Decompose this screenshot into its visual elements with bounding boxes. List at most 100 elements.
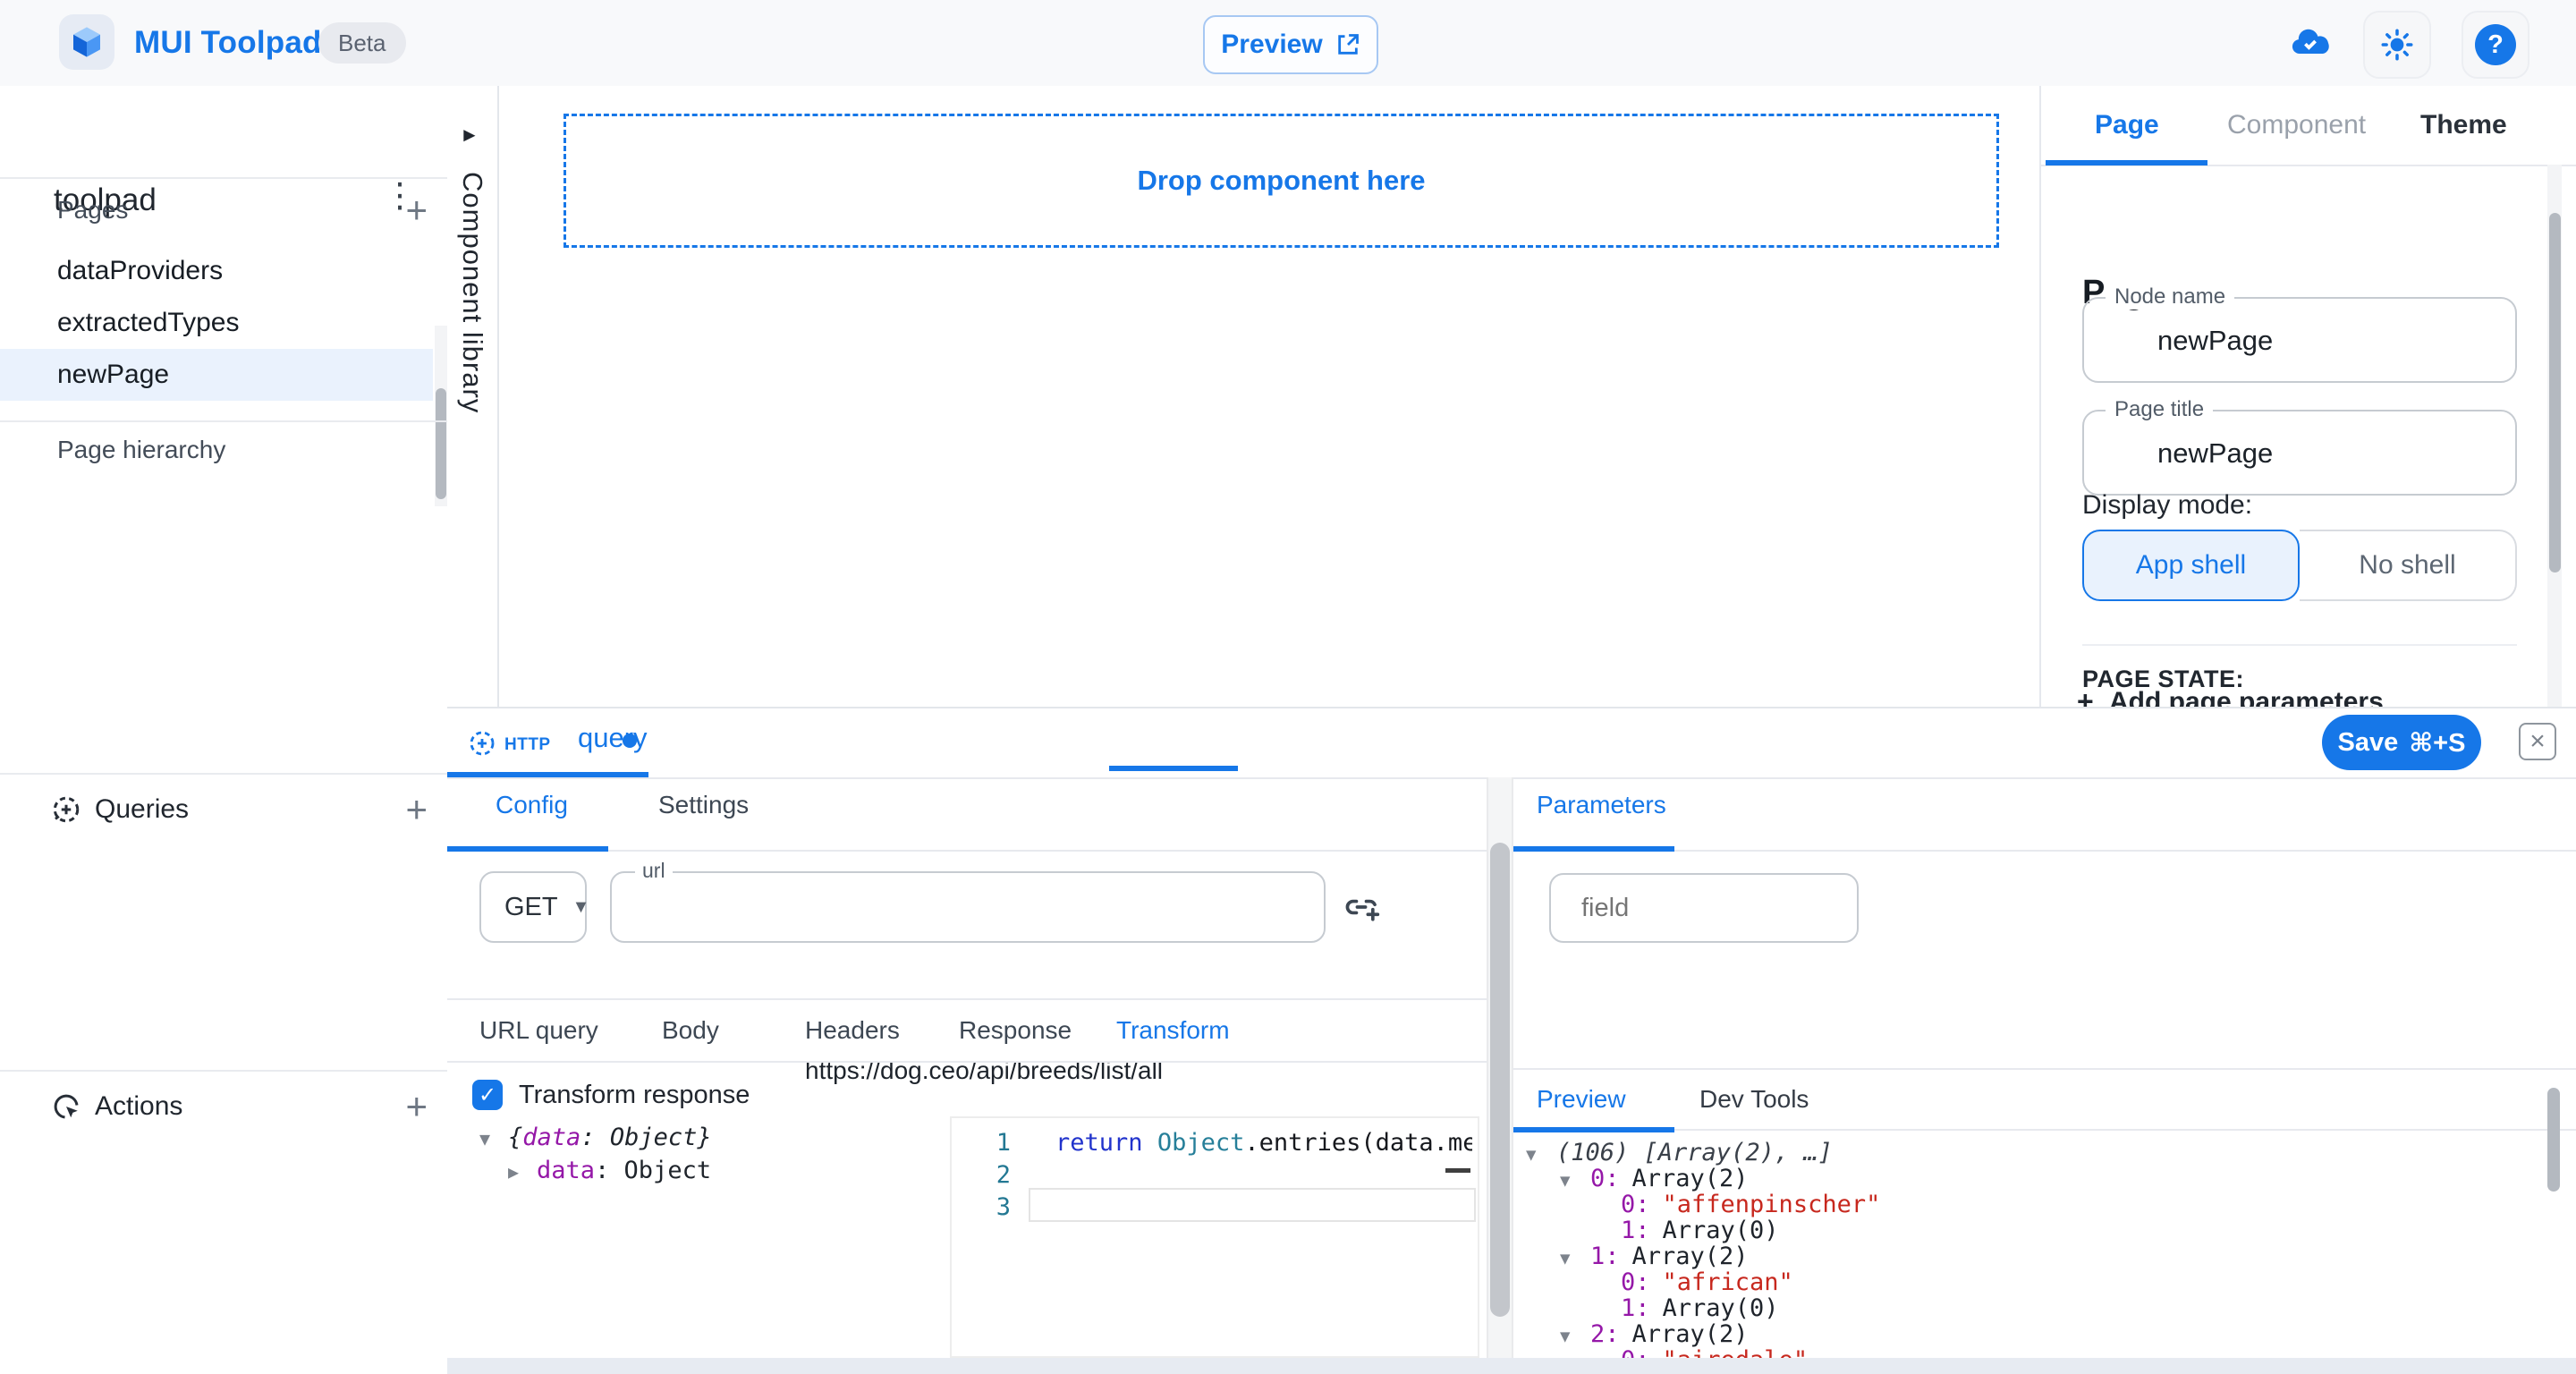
collapse-arrow-icon[interactable]: ▼: [479, 1123, 508, 1155]
tab-parameters[interactable]: Parameters: [1537, 791, 1666, 819]
add-page-button[interactable]: +: [405, 191, 428, 229]
result-row[interactable]: ▼1:Array(2): [1513, 1243, 2546, 1269]
drop-zone[interactable]: Drop component here: [564, 114, 1999, 248]
result-key: 0:: [1621, 1346, 1650, 1358]
result-key: 1:: [1590, 1243, 1620, 1270]
config-scrollbar-thumb[interactable]: [1490, 843, 1510, 1317]
preview-scrollbar-thumb[interactable]: [2547, 1088, 2560, 1192]
result-row[interactable]: 1:Array(0): [1513, 1217, 2546, 1243]
page-title-input[interactable]: [2156, 437, 2535, 471]
tab-parameters-label: Parameters: [1537, 791, 1666, 818]
tab-dev-tools[interactable]: Dev Tools: [1699, 1070, 1809, 1129]
tree-key: data: [522, 1124, 580, 1151]
result-row[interactable]: 0: "african": [1513, 1269, 2546, 1295]
help-button[interactable]: ?: [2462, 11, 2529, 79]
no-shell-option[interactable]: No shell: [2300, 530, 2517, 601]
result-value: Array(2): [1632, 1320, 1749, 1348]
subtab-label: Transform: [1116, 1016, 1230, 1045]
page-title-field[interactable]: [2082, 410, 2517, 496]
result-row[interactable]: 0: "affenpinscher": [1513, 1192, 2546, 1217]
parameter-input[interactable]: [1580, 893, 1834, 924]
checkbox-check-icon: ✓: [479, 1082, 496, 1108]
transform-code-editor[interactable]: 1 2 3 return Object.entries(data.messag: [950, 1116, 1479, 1358]
pages-section-label: Pages: [57, 196, 128, 225]
external-link-icon: [1335, 32, 1360, 57]
code-line-1[interactable]: return Object.entries(data.messag: [1055, 1129, 1472, 1157]
tab-page-label: Page: [2095, 110, 2159, 140]
transform-response-checkbox[interactable]: ✓: [472, 1080, 503, 1110]
save-button[interactable]: Save ⌘+S: [2322, 715, 2481, 770]
tree-child-row[interactable]: ▶data: Object: [479, 1155, 712, 1188]
url-field[interactable]: [610, 871, 1326, 943]
result-value: (106) [Array(2), …]: [1556, 1140, 1833, 1166]
collapse-arrow-icon[interactable]: ▼: [1560, 1246, 1590, 1272]
collapse-arrow-icon[interactable]: ▼: [1560, 1168, 1590, 1194]
sidebar-item-dataproviders[interactable]: dataProviders: [0, 245, 433, 297]
sidebar-item-newpage[interactable]: newPage: [0, 349, 433, 401]
active-tab-indicator: [2046, 160, 2207, 165]
method-select[interactable]: GET ▼: [479, 871, 587, 943]
close-query-button[interactable]: ×: [2519, 723, 2556, 760]
tree-brace: {: [508, 1124, 522, 1151]
add-page-parameters-button[interactable]: Add page parameters: [2109, 687, 2384, 707]
query-tab[interactable]: query: [578, 722, 648, 754]
subtab-body[interactable]: Body: [662, 1000, 719, 1061]
component-library-panel[interactable]: ► Component library: [447, 86, 499, 707]
add-action-button[interactable]: +: [405, 1088, 428, 1125]
page-title-label: Page title: [2106, 397, 2213, 422]
active-parameters-tab-indicator: [1513, 846, 1674, 852]
sidebar-item-extractedtypes[interactable]: extractedTypes: [0, 297, 433, 349]
horizontal-scrollbar[interactable]: [447, 1358, 2576, 1374]
result-key: 0:: [1621, 1191, 1650, 1218]
result-row[interactable]: 0:"airedale": [1513, 1347, 2546, 1358]
subtab-response[interactable]: Response: [959, 1000, 1072, 1061]
subtab-headers[interactable]: Headers: [805, 1000, 900, 1061]
app-shell-label: App shell: [2136, 550, 2246, 581]
collapse-arrow-icon[interactable]: ▼: [1560, 1324, 1590, 1350]
parameter-field[interactable]: [1549, 873, 1859, 943]
theme-toggle-button[interactable]: [2363, 11, 2431, 79]
tab-settings[interactable]: Settings: [658, 791, 749, 819]
expand-arrow-icon[interactable]: ▶: [508, 1156, 537, 1188]
node-name-field[interactable]: [2082, 297, 2517, 383]
tab-component[interactable]: Component: [2227, 86, 2366, 165]
inspector-scrollbar-thumb[interactable]: [2549, 213, 2561, 572]
result-row[interactable]: ▼0:Array(2): [1513, 1166, 2546, 1192]
result-value: "african": [1663, 1268, 1793, 1296]
active-subtab-indicator: [1109, 766, 1238, 771]
queries-section-header: Queries +: [0, 784, 447, 835]
tab-component-label: Component: [2227, 110, 2366, 140]
code-object: Object: [1157, 1129, 1245, 1157]
result-row[interactable]: 1:Array(0): [1513, 1295, 2546, 1321]
subtab-transform[interactable]: Transform: [1116, 1000, 1230, 1061]
result-key: 1:: [1621, 1294, 1650, 1322]
result-key: 0:: [1621, 1268, 1650, 1296]
method-value: GET: [504, 893, 558, 922]
page-hierarchy-label: Page hierarchy: [57, 436, 225, 464]
app-shell-option[interactable]: App shell: [2082, 530, 2300, 601]
add-query-button[interactable]: +: [405, 791, 428, 828]
result-row[interactable]: ▼(106) [Array(2), …]: [1513, 1140, 2546, 1166]
tab-config[interactable]: Config: [496, 791, 568, 819]
add-link-icon[interactable]: [1342, 887, 1381, 927]
tree-value: Object}: [610, 1124, 712, 1151]
result-row[interactable]: ▼2:Array(2): [1513, 1321, 2546, 1347]
tree-sep: :: [580, 1124, 610, 1151]
help-icon: ?: [2475, 24, 2516, 65]
url-field-label: url: [635, 859, 673, 883]
query-editor-header: HTTP query Save ⌘+S ×: [447, 708, 2576, 779]
result-value: "affenpinscher": [1663, 1191, 1881, 1218]
tab-preview[interactable]: Preview: [1537, 1070, 1626, 1129]
tree-root-row[interactable]: ▼{data: Object}: [479, 1122, 712, 1155]
tab-theme[interactable]: Theme: [2420, 86, 2507, 165]
tab-page[interactable]: Page: [2095, 86, 2159, 165]
app-header: MUI Toolpad Beta Preview ?: [0, 0, 2576, 88]
collapse-arrow-icon[interactable]: ▼: [1526, 1142, 1556, 1168]
subtab-url-query[interactable]: URL query: [479, 1000, 598, 1061]
preview-button[interactable]: Preview: [1203, 15, 1378, 74]
subtab-label: URL query: [479, 1016, 598, 1045]
expand-library-icon[interactable]: ►: [460, 123, 479, 147]
component-library-label: Component library: [456, 172, 488, 413]
unsaved-indicator-dot: [623, 734, 637, 748]
node-name-input[interactable]: [2156, 324, 2535, 358]
